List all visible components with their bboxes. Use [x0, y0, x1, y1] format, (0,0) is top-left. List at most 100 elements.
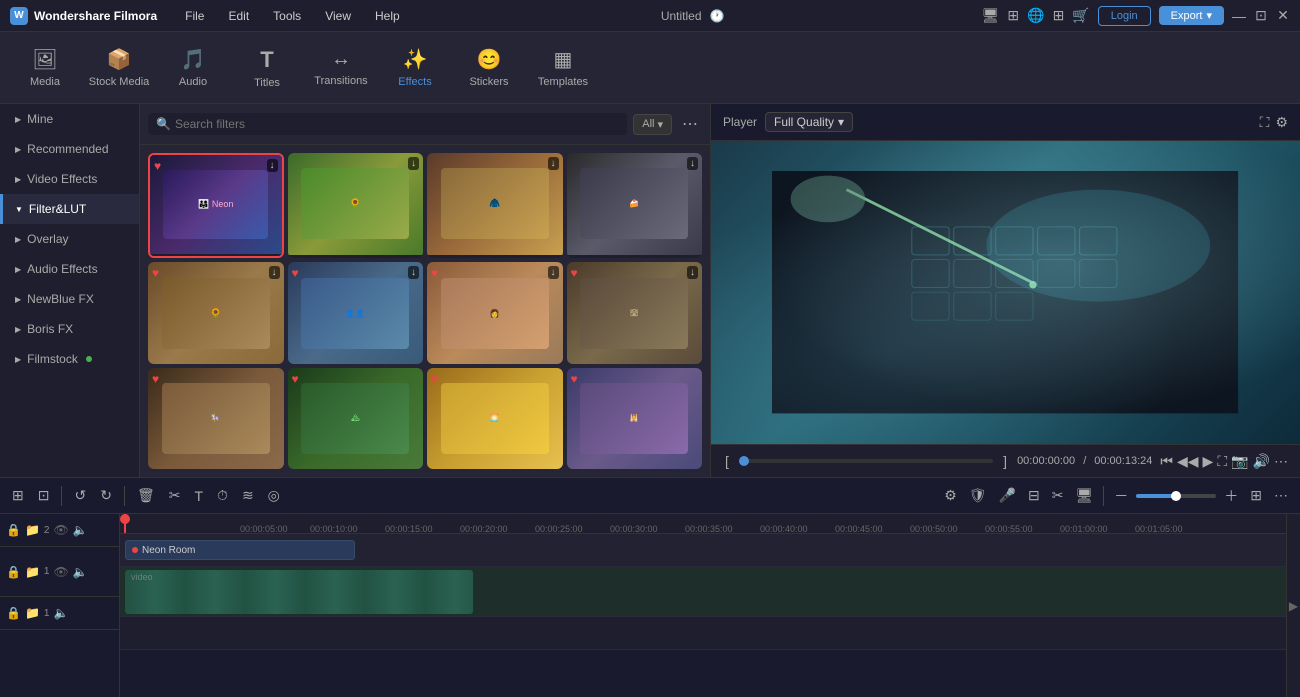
maximize-button[interactable]: ⊡ [1254, 9, 1268, 23]
track-eye-icon[interactable]: 👁 [53, 523, 68, 537]
minimize-button[interactable]: — [1232, 9, 1246, 23]
quality-dropdown[interactable]: Full Quality ▾ [765, 112, 853, 132]
menu-view[interactable]: View [321, 7, 355, 25]
fullscreen-button[interactable]: ⛶ [1217, 453, 1227, 470]
zoom-out-button[interactable]: － [1110, 484, 1132, 508]
effect-card-neon-room[interactable]: 👨‍👩‍👧 Neon ♥ ↓ Neon Room [148, 153, 284, 258]
track-folder-icon[interactable]: 📁 [25, 523, 40, 537]
progress-bar[interactable] [739, 459, 993, 463]
redo-button[interactable]: ↻ [96, 485, 116, 506]
snapshot-icon[interactable]: 📷 [1231, 453, 1248, 470]
search-input-wrap[interactable]: 🔍 [148, 113, 627, 135]
track-lock-audio-icon[interactable]: 🔒 [6, 606, 21, 620]
sidebar-item-newblue[interactable]: ▶ NewBlue FX [0, 284, 139, 314]
icon-copy: ⊞ [1007, 7, 1019, 24]
track-volume-audio-icon[interactable]: 🔈 [53, 606, 68, 620]
track-lock-video-icon[interactable]: 🔒 [6, 565, 21, 579]
zoom-slider[interactable] [1136, 494, 1216, 498]
effect-card-neon-frame[interactable]: 🌻 ↓ Neon Frame [288, 153, 424, 258]
close-button[interactable]: ✕ [1276, 9, 1290, 23]
scissors-icon[interactable]: ✂ [1048, 485, 1068, 506]
track-folder-audio-icon[interactable]: 📁 [25, 606, 40, 620]
progress-handle[interactable] [739, 456, 749, 466]
ruler-mark-5: 00:00:30:00 [610, 524, 658, 534]
mark-in-button[interactable]: [ [723, 451, 731, 471]
more-controls-icon[interactable]: ⋯ [1274, 453, 1288, 470]
effect-card-lost-tokyo[interactable]: 👤👤 ♥ ↓ Lost in Tokyo [288, 262, 424, 363]
layers-icon[interactable]: ⊟ [1024, 485, 1044, 506]
text-tool-icon[interactable]: T [190, 486, 207, 506]
tool-media[interactable]: 🖼 Media [10, 36, 80, 100]
tool-templates[interactable]: ▦ Templates [528, 36, 598, 100]
track-folder-video-icon[interactable]: 📁 [25, 565, 40, 579]
step-back-button[interactable]: ⏮ [1160, 453, 1173, 470]
settings-gear-icon[interactable]: ⚙ [940, 485, 961, 506]
export-button[interactable]: Export ▾ [1159, 6, 1224, 25]
delete-button[interactable]: 🗑 [133, 485, 159, 506]
grid-icon[interactable]: ⊞ [1246, 485, 1266, 506]
sidebar-item-recommended[interactable]: ▶ Recommended [0, 134, 139, 164]
sidebar-item-filmstock[interactable]: ▶ Filmstock [0, 344, 139, 374]
more-timeline-icon[interactable]: ⋯ [1270, 485, 1292, 506]
effect-track-neon-room[interactable]: Neon Room [125, 540, 355, 560]
video-track-item[interactable]: video [125, 570, 473, 614]
effect-card-bw-poster[interactable]: 🌻 ♥ ↓ Black And White Poste... [148, 262, 284, 363]
tool-effects[interactable]: ✨ Effects [380, 36, 450, 100]
effect-card-repair-room[interactable]: 🛣 ♥ ↓ Repair Room [567, 262, 703, 363]
mark-out-button[interactable]: ] [1001, 451, 1009, 471]
effect-card-honey[interactable]: 🌅 ♥ Honey [427, 368, 563, 469]
effect-card-moss[interactable]: 🏔 ♥ Moss [288, 368, 424, 469]
zoom-in-button[interactable]: ＋ [1220, 484, 1242, 508]
filter-dropdown[interactable]: All ▾ [633, 114, 672, 135]
circle-tool-icon[interactable]: ◎ [264, 485, 284, 506]
tool-stock-media[interactable]: 📦 Stock Media [84, 36, 154, 100]
track-volume-video-icon[interactable]: 🔈 [73, 565, 88, 579]
timeline-expand-button[interactable]: ▶ [1286, 514, 1300, 697]
tool-transitions[interactable]: ↔ Transitions [306, 36, 376, 100]
menu-tools[interactable]: Tools [269, 7, 305, 25]
shield-icon[interactable]: 🛡 [965, 485, 991, 506]
equalizer-icon[interactable]: ≋ [238, 485, 258, 506]
play-button[interactable]: ▶ [1203, 453, 1214, 470]
sidebar-item-video-effects[interactable]: ▶ Video Effects [0, 164, 139, 194]
tool-stickers[interactable]: 😊 Stickers [454, 36, 524, 100]
menu-help[interactable]: Help [371, 7, 404, 25]
tool-audio[interactable]: 🎵 Audio [158, 36, 228, 100]
timer-icon[interactable]: ⏱ [213, 485, 232, 506]
effect-card-serenity[interactable]: 🕌 ♥ Serenity [567, 368, 703, 469]
fullscreen-icon[interactable]: ⛶ [1260, 114, 1270, 131]
sidebar-item-audio-effects[interactable]: ▶ Audio Effects [0, 254, 139, 284]
timeline-layout-icon[interactable]: ⊞ [8, 485, 28, 506]
project-title: Untitled [661, 9, 702, 23]
effect-card-neon-swing[interactable]: 🧥 ↓ Neon Swing [427, 153, 563, 258]
frame-back-button[interactable]: ◀◀ [1177, 453, 1199, 470]
cut-button[interactable]: ✂ [165, 485, 185, 506]
track-eye-video-icon[interactable]: 👁 [53, 565, 68, 579]
tool-titles[interactable]: T Titles [232, 36, 302, 100]
more-options-button[interactable]: ⋯ [678, 112, 702, 136]
titles-label: Titles [254, 77, 280, 89]
effect-card-apricot[interactable]: 👩 ♥ ↓ Apricot Memory [427, 262, 563, 363]
sidebar-item-overlay[interactable]: ▶ Overlay [0, 224, 139, 254]
menu-file[interactable]: File [181, 7, 208, 25]
effect-card-slog[interactable]: 🎠 ♥ S-Log 04 [148, 368, 284, 469]
menu-bar: W Wondershare Filmora File Edit Tools Vi… [0, 0, 1300, 32]
search-input[interactable] [175, 117, 619, 131]
menu-edit[interactable]: Edit [224, 7, 253, 25]
track-lock-icon[interactable]: 🔒 [6, 523, 21, 537]
logo-icon: W [10, 7, 28, 25]
sidebar-item-mine[interactable]: ▶ Mine [0, 104, 139, 134]
settings-icon[interactable]: ⚙ [1275, 114, 1288, 131]
login-button[interactable]: Login [1098, 6, 1151, 26]
monitor-icon[interactable]: 🖥 [1071, 485, 1097, 506]
sidebar-label-filter-lut: Filter&LUT [29, 202, 86, 216]
undo-button[interactable]: ↺ [70, 485, 90, 506]
volume-icon[interactable]: 🔊 [1253, 453, 1270, 470]
sidebar-item-boris[interactable]: ▶ Boris FX [0, 314, 139, 344]
track-volume-icon[interactable]: 🔈 [73, 523, 88, 537]
effect-card-corner-phone[interactable]: 🍰 ↓ Corner Phone Booths [567, 153, 703, 258]
zoom-handle[interactable] [1171, 491, 1181, 501]
timeline-snap-icon[interactable]: ⊡ [34, 485, 54, 506]
sidebar-item-filter-lut[interactable]: ▼ Filter&LUT [0, 194, 139, 224]
mic-icon[interactable]: 🎤 [995, 485, 1020, 506]
